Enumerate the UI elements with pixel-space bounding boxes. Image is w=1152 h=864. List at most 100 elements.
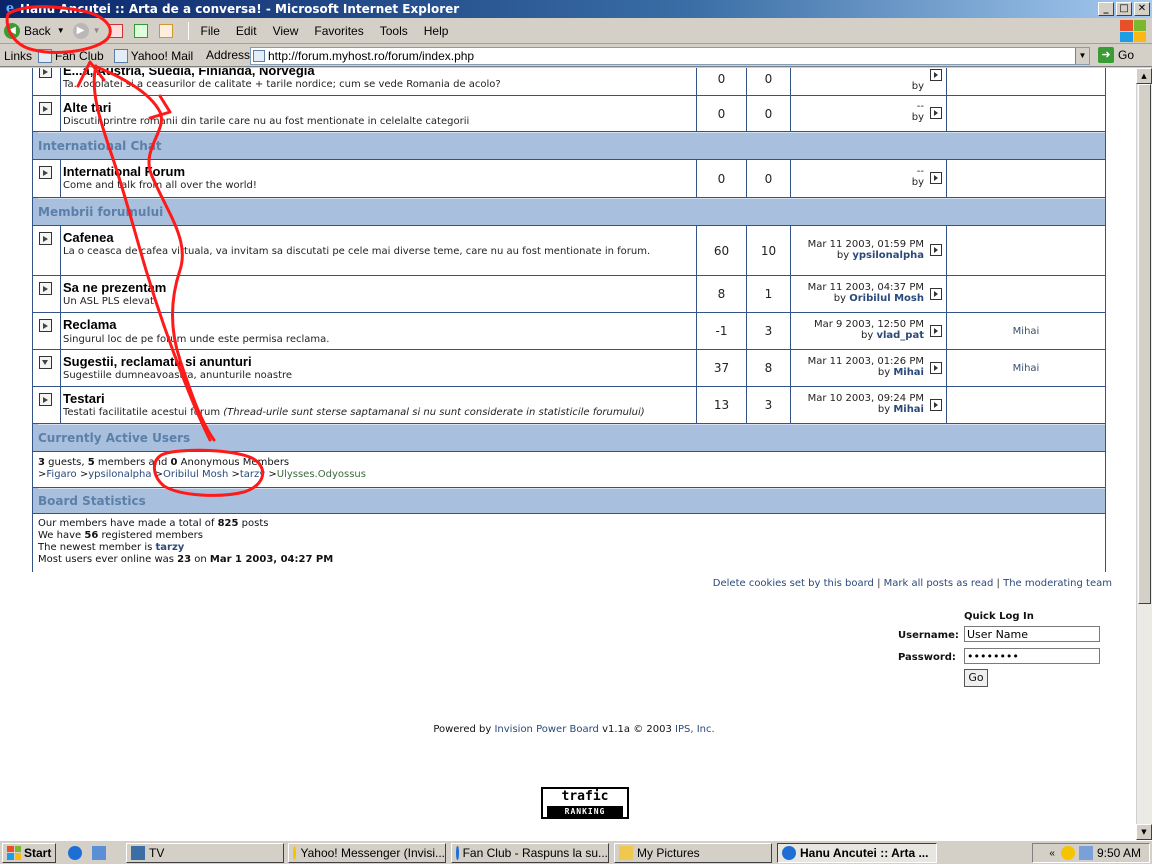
last-poster-link[interactable]: Mihai xyxy=(893,404,924,415)
forum-name-link[interactable]: Testari xyxy=(63,391,696,406)
link-yahoo-mail[interactable]: Yahoo! Mail xyxy=(113,48,193,63)
menu-favorites[interactable]: Favorites xyxy=(314,24,363,38)
goto-last-post-icon[interactable] xyxy=(930,107,942,119)
close-button[interactable]: ✕ xyxy=(1134,2,1150,16)
scroll-up-icon[interactable]: ▲ xyxy=(1136,68,1152,84)
vertical-scrollbar[interactable]: ▲ ▼ xyxy=(1136,68,1152,840)
chevron-left-icon[interactable]: « xyxy=(1049,848,1055,859)
task-my-pictures[interactable]: My Pictures xyxy=(614,843,772,863)
moderating-team-link[interactable]: The moderating team xyxy=(1003,578,1112,589)
stat-registered: We have 56 registered members xyxy=(38,530,203,541)
moderator-link[interactable]: Mihai xyxy=(947,350,1105,386)
forum-row: Alte tari Discutii printre romanii din t… xyxy=(33,96,1105,132)
stop-button[interactable] xyxy=(108,23,126,38)
last-poster-link[interactable]: Mihai xyxy=(893,367,924,378)
topics-count: 37 xyxy=(697,350,747,386)
category-header-international[interactable]: International Chat xyxy=(33,132,1105,160)
task-yahoo-messenger[interactable]: Yahoo! Messenger (Invisi... xyxy=(288,843,446,863)
page-icon xyxy=(253,50,265,62)
password-input[interactable] xyxy=(964,648,1100,664)
topics-count: -1 xyxy=(697,313,747,349)
category-header-members[interactable]: Membrii forumului xyxy=(33,198,1105,226)
forward-arrow-icon: ▶ xyxy=(72,22,89,39)
forum-name-link[interactable]: Sa ne prezentam xyxy=(63,280,696,295)
maximize-button[interactable]: □ xyxy=(1116,2,1132,16)
address-input[interactable]: http://forum.myhost.ro/forum/index.php ▼ xyxy=(250,47,1090,65)
window-title: Hanu Ancutei :: Arta de a conversa! - Mi… xyxy=(20,2,460,16)
invision-link[interactable]: Invision Power Board xyxy=(494,724,598,735)
last-poster-link[interactable]: ypsilonalpha xyxy=(852,250,924,261)
ips-link[interactable]: IPS, Inc. xyxy=(675,724,715,735)
stop-icon xyxy=(108,23,123,38)
scroll-thumb[interactable] xyxy=(1138,84,1151,604)
last-poster-link[interactable]: Oribilul Mosh xyxy=(849,293,924,304)
online-user-link[interactable]: Oribilul Mosh xyxy=(163,469,228,480)
ie-quicklaunch-icon[interactable] xyxy=(68,846,82,860)
address-go-button[interactable]: ➜ Go xyxy=(1098,47,1134,63)
moderator-link[interactable]: Mihai xyxy=(947,313,1105,349)
goto-last-post-icon[interactable] xyxy=(930,399,942,411)
home-icon xyxy=(158,23,173,38)
goto-last-post-icon[interactable] xyxy=(930,288,942,300)
back-button[interactable]: ◀ Back ▼ xyxy=(4,22,65,39)
forum-folder-icon xyxy=(39,68,52,78)
forum-name-link[interactable]: Reclama xyxy=(63,317,696,332)
forum-row: Sa ne prezentam Un ASL PLS elevat 8 1 Ma… xyxy=(33,276,1105,313)
forum-row: International Forum Come and talk from a… xyxy=(33,160,1105,198)
last-post-date: -- xyxy=(916,166,924,177)
forum-row: E...a, Austria, Suedia, Finlanda, Norveg… xyxy=(33,68,1105,96)
last-post-date: Mar 11 2003, 01:26 PM xyxy=(807,356,924,367)
home-button[interactable] xyxy=(158,23,176,38)
forum-name-link[interactable]: E...a, Austria, Suedia, Finlanda, Norveg… xyxy=(63,68,696,78)
online-user-link[interactable]: Figaro xyxy=(46,469,76,480)
chevron-down-icon[interactable]: ▼ xyxy=(1075,48,1089,64)
mark-all-read-link[interactable]: Mark all posts as read xyxy=(884,578,994,589)
folder-icon xyxy=(619,846,633,860)
forum-name-link[interactable]: International Forum xyxy=(63,164,696,179)
yahoo-tray-icon[interactable] xyxy=(1060,846,1075,860)
tv-icon xyxy=(131,846,145,860)
menu-help[interactable]: Help xyxy=(424,24,449,38)
minimize-button[interactable]: _ xyxy=(1098,2,1114,16)
online-user-link[interactable]: ypsilonalpha xyxy=(88,469,151,480)
forum-name-link[interactable]: Alte tari xyxy=(63,100,696,115)
delete-cookies-link[interactable]: Delete cookies set by this board xyxy=(713,578,874,589)
network-tray-icon[interactable] xyxy=(1078,846,1093,860)
forum-name-link[interactable]: Sugestii, reclamatii si anunturi xyxy=(63,354,696,369)
category-header-active-users: Currently Active Users xyxy=(33,424,1105,452)
online-user-link[interactable]: Ulysses.Odyossus xyxy=(277,469,366,480)
taskbar: Start TV Yahoo! Messenger (Invisi... Fan… xyxy=(0,840,1152,864)
task-hanu-ancutei[interactable]: Hanu Ancutei :: Arta ... xyxy=(777,843,937,863)
menu-edit[interactable]: Edit xyxy=(236,24,257,38)
forum-folder-icon xyxy=(39,232,52,245)
goto-last-post-icon[interactable] xyxy=(930,362,942,374)
goto-last-post-icon[interactable] xyxy=(930,325,942,337)
last-poster-link[interactable]: vlad_pat xyxy=(876,330,924,341)
refresh-button[interactable] xyxy=(133,23,151,38)
last-post-date: Mar 11 2003, 04:37 PM xyxy=(807,282,924,293)
forum-folder-icon xyxy=(39,282,52,295)
newest-member-link[interactable]: tarzy xyxy=(156,542,185,553)
trafic-ranking-badge[interactable]: trafic RANKING xyxy=(541,787,629,819)
start-button[interactable]: Start xyxy=(2,842,57,863)
forum-folder-icon xyxy=(39,166,52,179)
address-label: Address xyxy=(206,48,251,62)
scroll-down-icon[interactable]: ▼ xyxy=(1136,824,1152,840)
menu-file[interactable]: File xyxy=(201,24,220,38)
desktop-quicklaunch-icon[interactable] xyxy=(92,846,106,860)
task-fan-club[interactable]: Fan Club - Raspuns la su... xyxy=(451,843,609,863)
goto-last-post-icon[interactable] xyxy=(930,69,942,81)
menu-view[interactable]: View xyxy=(273,24,299,38)
forum-name-link[interactable]: Cafenea xyxy=(63,230,696,245)
username-input[interactable] xyxy=(964,626,1100,642)
login-go-button[interactable]: Go xyxy=(964,669,988,687)
posts-count: 0 xyxy=(747,160,791,197)
goto-last-post-icon[interactable] xyxy=(930,172,942,184)
forward-button[interactable]: ▶ ▼ xyxy=(72,22,101,39)
forum-index-table: E...a, Austria, Suedia, Finlanda, Norveg… xyxy=(32,68,1106,572)
goto-last-post-icon[interactable] xyxy=(930,244,942,256)
task-tv[interactable]: TV xyxy=(126,843,284,863)
link-fan-club[interactable]: Fan Club xyxy=(38,48,104,63)
online-user-link[interactable]: tarzy xyxy=(240,469,265,480)
menu-tools[interactable]: Tools xyxy=(380,24,408,38)
